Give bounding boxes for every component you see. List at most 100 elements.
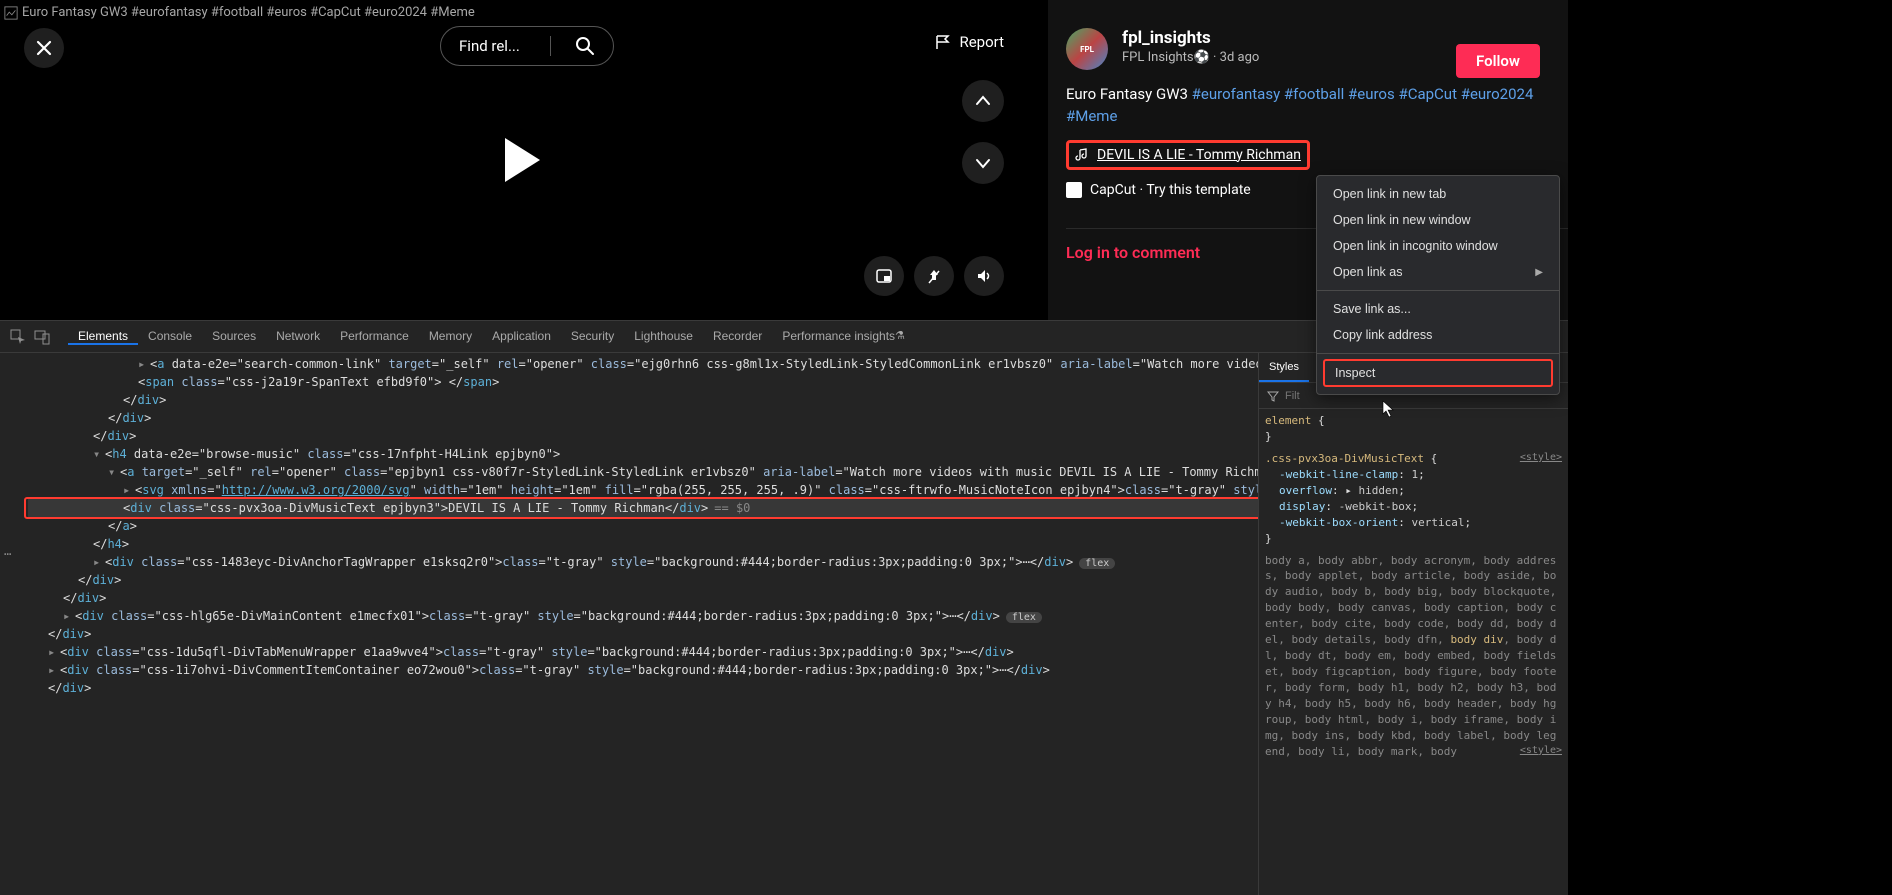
tag[interactable]: #football <box>1284 85 1344 103</box>
dom-line[interactable]: ▸<div class="css-1i7ohvi-DivCommentItemC… <box>28 661 1258 679</box>
dom-line[interactable]: </div> <box>28 679 1258 697</box>
chevron-down-icon <box>974 154 992 172</box>
pip-button[interactable] <box>864 256 904 296</box>
next-video-button[interactable] <box>962 142 1004 184</box>
pip-icon <box>875 267 893 285</box>
styles-filter-input[interactable] <box>1285 390 1315 402</box>
video-player-area: Euro Fantasy GW3 #eurofantasy #football … <box>0 0 1048 320</box>
devtools-tab-network[interactable]: Network <box>266 329 330 343</box>
close-button[interactable] <box>24 28 64 68</box>
capcut-icon <box>1066 182 1082 198</box>
nav-buttons <box>962 80 1004 184</box>
device-toggle-icon[interactable] <box>34 329 50 345</box>
tag[interactable]: #euro2024 <box>1461 85 1534 103</box>
dom-line[interactable]: </a> <box>28 517 1258 535</box>
style-source-link2[interactable]: <style> <box>1520 744 1562 759</box>
dom-tree[interactable]: ▸<a data-e2e="search-common-link" target… <box>0 353 1258 895</box>
context-menu-item-open-link-in-new-tab[interactable]: Open link in new tab <box>1317 181 1559 207</box>
context-menu: Open link in new tabOpen link in new win… <box>1316 175 1560 395</box>
style-source-link[interactable]: <style> <box>1520 451 1562 466</box>
caption-base: Euro Fantasy GW3 <box>1066 85 1192 103</box>
tag[interactable]: #CapCut <box>1398 85 1457 103</box>
meta-sep: · <box>1213 50 1220 65</box>
dom-line[interactable]: <span class="css-j2a19r-SpanText efbd9f0… <box>28 373 1258 391</box>
dom-line[interactable]: ▸<div class="css-1du5qfl-DivTabMenuWrapp… <box>28 643 1258 661</box>
search-label: Find rel... <box>459 37 520 55</box>
context-menu-item-open-link-in-new-window[interactable]: Open link in new window <box>1317 207 1559 233</box>
capcut-text: CapCut · Try this template <box>1090 182 1251 198</box>
devtools-tab-lighthouse[interactable]: Lighthouse <box>624 329 703 343</box>
flag-icon <box>935 34 951 50</box>
divider <box>550 36 551 56</box>
close-icon <box>35 39 53 57</box>
dom-line[interactable]: ▾<h4 data-e2e="browse-music" class="css-… <box>28 445 1258 463</box>
ellipsis-icon[interactable]: ⋯ <box>4 547 13 561</box>
dom-line[interactable]: </div> <box>28 427 1258 445</box>
music-note-icon <box>1075 148 1089 162</box>
devtools-tab-console[interactable]: Console <box>138 329 202 343</box>
bottom-controls <box>864 256 1004 296</box>
dom-line[interactable]: </div> <box>28 625 1258 643</box>
caption-text: Euro Fantasy GW3 #eurofantasy #football … <box>22 5 475 20</box>
volume-icon <box>975 267 993 285</box>
volume-button[interactable] <box>964 256 1004 296</box>
context-menu-item-save-link-as-[interactable]: Save link as... <box>1317 296 1559 322</box>
context-menu-separator <box>1317 290 1559 291</box>
tag[interactable]: #Meme <box>1066 107 1117 125</box>
devtools-tab-security[interactable]: Security <box>561 329 624 343</box>
report-button[interactable]: Report <box>935 26 1004 58</box>
element-style-label: element <box>1265 414 1311 427</box>
tag[interactable]: #euros <box>1348 85 1395 103</box>
dom-line[interactable]: </div> <box>28 571 1258 589</box>
auto-scroll-icon <box>925 267 943 285</box>
tag[interactable]: #eurofantasy <box>1192 85 1281 103</box>
auto-scroll-button[interactable] <box>914 256 954 296</box>
dom-line[interactable]: </div> <box>28 391 1258 409</box>
styles-body[interactable]: element { } .css-pvx3oa-DivMusicText {<s… <box>1259 409 1568 764</box>
video-caption: Euro Fantasy GW3 #eurofantasy #football … <box>1066 84 1568 128</box>
music-link[interactable]: DEVIL IS A LIE - Tommy Richman <box>1066 140 1310 170</box>
chevron-up-icon <box>974 92 992 110</box>
play-button[interactable] <box>490 130 550 190</box>
devtools-panel: ElementsConsoleSourcesNetworkPerformance… <box>0 320 1568 895</box>
search-pill[interactable]: Find rel... <box>440 26 614 66</box>
display-name[interactable]: FPL Insights⚽ <box>1122 50 1210 65</box>
dom-line[interactable]: ▸<div class="css-hlg65e-DivMainContent e… <box>28 607 1258 625</box>
context-menu-item-open-link-as[interactable]: Open link as▶ <box>1317 259 1559 285</box>
devtools-tab-sources[interactable]: Sources <box>202 329 266 343</box>
devtools-tab-memory[interactable]: Memory <box>419 329 482 343</box>
dom-line[interactable]: </div> <box>28 409 1258 427</box>
dom-line[interactable]: ▸<a data-e2e="search-common-link" target… <box>28 355 1258 373</box>
play-icon <box>490 130 550 190</box>
devtools-tab-elements[interactable]: Elements <box>68 329 138 345</box>
css-selector: .css-pvx3oa-DivMusicText <box>1265 452 1424 465</box>
follow-button[interactable]: Follow <box>1456 44 1540 78</box>
search-icon <box>575 36 595 56</box>
context-menu-item-copy-link-address[interactable]: Copy link address <box>1317 322 1559 348</box>
dom-line[interactable]: ▾<a target="_self" rel="opener" class="e… <box>28 463 1258 481</box>
dom-line[interactable]: </h4> <box>28 535 1258 553</box>
devtools-tab-recorder[interactable]: Recorder <box>703 329 772 343</box>
devtools-tab-performance[interactable]: Performance <box>330 329 419 343</box>
prev-video-button[interactable] <box>962 80 1004 122</box>
devtools-tab-performance-insights[interactable]: Performance insights ⚗ <box>772 329 915 343</box>
dom-line[interactable]: <div class="css-pvx3oa-DivMusicText epjb… <box>28 499 1258 517</box>
context-menu-item-inspect[interactable]: Inspect <box>1323 359 1553 387</box>
report-label: Report <box>959 33 1004 51</box>
dom-line[interactable]: </div> <box>28 589 1258 607</box>
timestamp: 3d ago <box>1220 50 1260 65</box>
context-menu-item-open-link-in-incognito-window[interactable]: Open link in incognito window <box>1317 233 1559 259</box>
user-avatar[interactable]: FPL <box>1066 28 1108 70</box>
dom-line[interactable]: ▸<svg xmlns="http://www.w3.org/2000/svg"… <box>28 481 1258 499</box>
dom-line[interactable]: ▸<div class="css-1483eyc-DivAnchorTagWra… <box>28 553 1258 571</box>
styles-panel: Styles element { } .css-pvx3oa-DivMusicT… <box>1258 353 1568 895</box>
music-text: DEVIL IS A LIE - Tommy Richman <box>1097 147 1301 163</box>
context-menu-separator <box>1317 353 1559 354</box>
video-caption-top: Euro Fantasy GW3 #eurofantasy #football … <box>4 5 475 20</box>
devtools-tab-application[interactable]: Application <box>482 329 561 343</box>
styles-tab[interactable]: Styles <box>1259 353 1309 382</box>
inspect-tool-icon[interactable] <box>10 329 26 345</box>
login-link[interactable]: Log in to comment <box>1066 243 1200 262</box>
broken-image-icon <box>4 6 18 20</box>
filter-icon <box>1267 390 1279 402</box>
